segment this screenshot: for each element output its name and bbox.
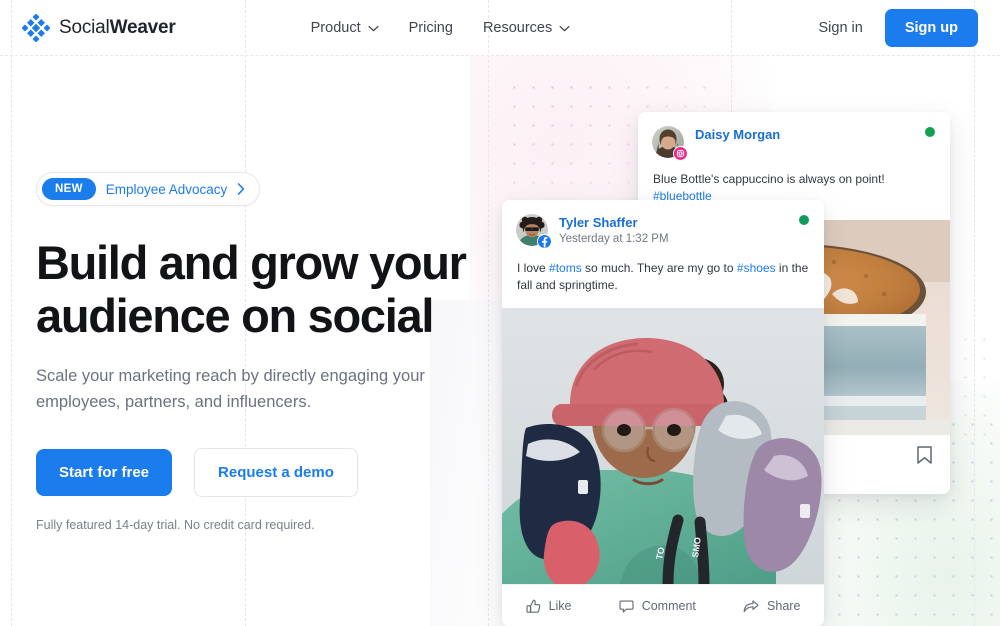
- hero-section: NEW Employee Advocacy Build and grow you…: [36, 172, 467, 533]
- page-title: Build and grow your audience on social: [36, 236, 467, 343]
- request-demo-button[interactable]: Request a demo: [194, 448, 358, 498]
- comment-bubble-icon: [619, 600, 634, 613]
- hero-subhead: Scale your marketing reach by directly e…: [36, 367, 425, 411]
- purple-dot-pattern-secondary: [956, 330, 1000, 450]
- like-label: Like: [548, 599, 572, 614]
- post-header: Daisy Morgan: [638, 112, 950, 161]
- thumbs-up-icon: [526, 599, 540, 613]
- avatar: [652, 126, 688, 161]
- share-label: Share: [767, 599, 801, 614]
- site-header: SocialWeaver Product Pricing Resources S…: [0, 0, 1000, 56]
- nav-item-label: Product: [310, 20, 361, 36]
- brand-logo[interactable]: SocialWeaver: [22, 14, 176, 42]
- sign-up-button[interactable]: Sign up: [884, 9, 978, 47]
- comment-label: Comment: [641, 599, 696, 614]
- grid-guide-line: [11, 0, 12, 626]
- nav-item-product[interactable]: Product: [311, 20, 379, 36]
- grid-guide-line: [974, 0, 975, 626]
- share-arrow-icon: [743, 600, 759, 612]
- post-author-block: Tyler Shaffer Yesterday at 1:32 PM: [559, 214, 669, 245]
- start-for-free-button[interactable]: Start for free: [36, 449, 173, 497]
- hashtag-toms[interactable]: #toms: [549, 261, 582, 275]
- bookmark-icon[interactable]: [917, 446, 932, 465]
- brand-name: SocialWeaver: [59, 17, 176, 38]
- comment-button[interactable]: Comment: [619, 599, 696, 614]
- post-author-name: Tyler Shaffer: [559, 215, 638, 230]
- share-button[interactable]: Share: [743, 599, 800, 614]
- chevron-right-icon: [238, 183, 245, 195]
- hashtag-shoes[interactable]: #shoes: [737, 261, 776, 275]
- header-actions: Sign in Sign up: [818, 9, 978, 47]
- avatar: [516, 214, 552, 249]
- post-timestamp: Yesterday at 1:32 PM: [559, 233, 669, 246]
- trial-note: Fully featured 14-day trial. No credit c…: [36, 518, 315, 533]
- chevron-down-icon: [368, 25, 379, 31]
- chevron-down-icon: [559, 25, 570, 31]
- post-text-prefix: Blue Bottle's cappuccino is always on po…: [653, 172, 885, 186]
- weave-logo-icon: [22, 14, 50, 42]
- post-text-mid: so much. They are my go to: [581, 261, 737, 275]
- post-text-prefix: I love: [517, 261, 550, 275]
- cta-row: Start for free Request a demo: [36, 448, 466, 498]
- facebook-badge-icon: [537, 234, 552, 249]
- post-header: Tyler Shaffer Yesterday at 1:32 PM: [502, 200, 824, 249]
- announcement-badge[interactable]: NEW Employee Advocacy: [36, 172, 261, 206]
- post-author-block: Daisy Morgan: [695, 126, 780, 143]
- social-post-card-tyler[interactable]: Tyler Shaffer Yesterday at 1:32 PM I lov…: [502, 200, 824, 626]
- instagram-badge-icon: [673, 146, 688, 161]
- post-text: I love #toms so much. They are my go to …: [502, 246, 824, 308]
- like-button[interactable]: Like: [526, 599, 572, 614]
- grid-guide-line: [488, 0, 489, 626]
- post-image-person-with-shoes: TO SMO: [502, 307, 824, 584]
- post-action-bar: Like Comment Share: [502, 583, 824, 626]
- status-badge: [925, 127, 935, 137]
- status-badge: [799, 215, 809, 225]
- main-navigation: Product Pricing Resources: [311, 20, 571, 36]
- landing-page: SocialWeaver Product Pricing Resources S…: [0, 0, 1000, 626]
- nav-item-resources[interactable]: Resources: [483, 20, 570, 36]
- post-author-name: Daisy Morgan: [695, 127, 781, 142]
- nav-item-label: Resources: [482, 20, 553, 36]
- nav-item-pricing[interactable]: Pricing: [409, 20, 453, 36]
- nav-item-label: Pricing: [408, 20, 453, 36]
- sign-in-link[interactable]: Sign in: [818, 20, 862, 36]
- badge-new-tag: NEW: [42, 178, 96, 200]
- badge-label: Employee Advocacy: [105, 181, 228, 197]
